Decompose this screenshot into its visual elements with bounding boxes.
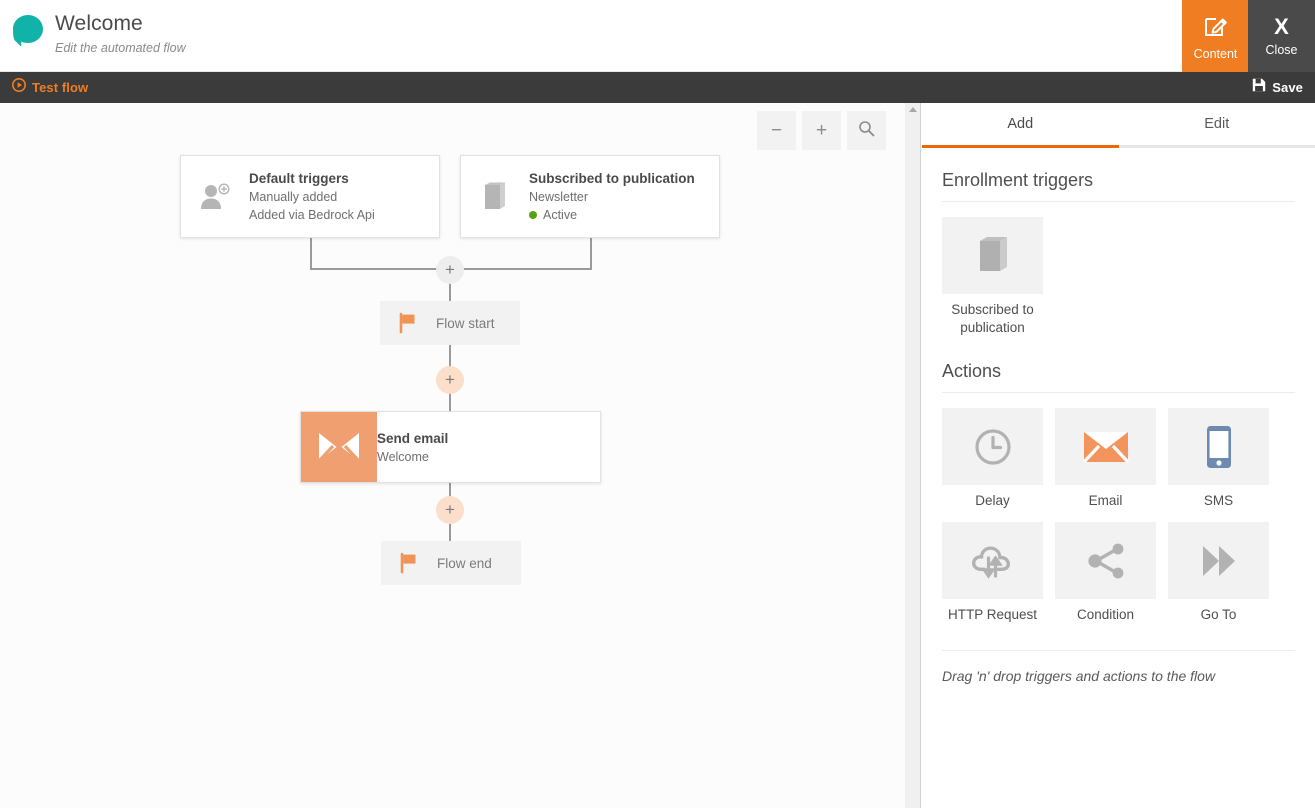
enrollment-triggers-tiles: Subscribed to publication bbox=[942, 217, 1295, 337]
panel-divider bbox=[942, 650, 1295, 651]
add-step-after-triggers-button[interactable]: + bbox=[436, 256, 464, 284]
send-email-line1: Welcome bbox=[377, 448, 448, 466]
play-circle-icon bbox=[12, 78, 26, 97]
scroll-up-arrow-icon[interactable] bbox=[909, 107, 917, 112]
flow-end-label: Flow end bbox=[437, 556, 492, 571]
action-tile-http-request[interactable]: HTTP Request bbox=[942, 522, 1043, 624]
test-flow-button[interactable]: Test flow bbox=[12, 78, 88, 97]
tab-edit-label: Edit bbox=[1204, 116, 1229, 132]
publication-book-icon bbox=[461, 156, 529, 237]
connector-left-vertical bbox=[310, 235, 312, 270]
save-label: Save bbox=[1272, 80, 1303, 95]
flag-icon bbox=[381, 552, 437, 574]
actions-tiles: Delay Email bbox=[942, 408, 1295, 624]
action-tile-label: Email bbox=[1055, 492, 1156, 510]
page-title: Welcome bbox=[55, 11, 186, 37]
subscribed-trigger-line1: Newsletter bbox=[529, 188, 695, 206]
header-titles: Welcome Edit the automated flow bbox=[55, 11, 186, 56]
zoom-controls: − + bbox=[757, 111, 886, 150]
action-tile-go-to[interactable]: Go To bbox=[1168, 522, 1269, 624]
publication-book-icon bbox=[942, 217, 1043, 294]
send-email-title: Send email bbox=[377, 429, 448, 448]
fast-forward-icon bbox=[1168, 522, 1269, 599]
panel-hint-text: Drag 'n' drop triggers and actions to th… bbox=[942, 668, 1295, 684]
content-button-label: Content bbox=[1194, 47, 1238, 61]
node-send-email[interactable]: Send email Welcome bbox=[300, 411, 601, 483]
clock-icon bbox=[942, 408, 1043, 485]
action-tile-email[interactable]: Email bbox=[1055, 408, 1156, 510]
user-add-icon bbox=[181, 156, 249, 237]
test-flow-label: Test flow bbox=[32, 80, 88, 95]
default-triggers-title: Default triggers bbox=[249, 169, 375, 188]
page-subtitle: Edit the automated flow bbox=[55, 40, 186, 56]
zoom-out-button[interactable]: − bbox=[757, 111, 796, 150]
default-triggers-line2: Added via Bedrock Api bbox=[249, 206, 375, 224]
tab-add[interactable]: Add bbox=[922, 103, 1119, 148]
subscribed-trigger-body: Subscribed to publication Newsletter Act… bbox=[529, 169, 707, 224]
trigger-tile-subscribed-to-publication[interactable]: Subscribed to publication bbox=[942, 217, 1043, 337]
default-triggers-line1: Manually added bbox=[249, 188, 375, 206]
minus-icon: − bbox=[771, 121, 782, 140]
action-tile-sms[interactable]: SMS bbox=[1168, 408, 1269, 510]
node-subscribed-to-publication[interactable]: Subscribed to publication Newsletter Act… bbox=[460, 155, 720, 238]
pencil-square-icon bbox=[1203, 12, 1229, 43]
action-tile-label: Go To bbox=[1168, 606, 1269, 624]
tab-edit[interactable]: Edit bbox=[1119, 103, 1315, 148]
panel-tabs: Add Edit bbox=[922, 103, 1315, 148]
send-email-body: Send email Welcome bbox=[377, 429, 460, 466]
flag-icon bbox=[380, 312, 436, 334]
subscribed-trigger-status: Active bbox=[529, 206, 695, 224]
zoom-fit-button[interactable] bbox=[847, 111, 886, 150]
zoom-in-button[interactable]: + bbox=[802, 111, 841, 150]
subscribed-trigger-title: Subscribed to publication bbox=[529, 169, 695, 188]
side-panel: Add Edit Enrollment triggers Subscribed … bbox=[922, 103, 1315, 808]
action-tile-label: Delay bbox=[942, 492, 1043, 510]
add-step-after-send-email-button[interactable]: + bbox=[436, 496, 464, 524]
node-flow-start[interactable]: Flow start bbox=[380, 301, 520, 345]
plus-icon: + bbox=[445, 501, 455, 518]
share-branch-icon bbox=[1055, 522, 1156, 599]
close-button[interactable]: X Close bbox=[1248, 0, 1315, 72]
tab-add-label: Add bbox=[1007, 116, 1033, 132]
trigger-tile-label: Subscribed to publication bbox=[942, 301, 1043, 337]
x-icon: X bbox=[1274, 15, 1289, 39]
cloud-transfer-icon bbox=[942, 522, 1043, 599]
status-dot-icon bbox=[529, 211, 537, 219]
add-step-after-flow-start-button[interactable]: + bbox=[436, 366, 464, 394]
subscribed-trigger-status-label: Active bbox=[543, 206, 577, 224]
plus-icon: + bbox=[445, 371, 455, 388]
node-default-triggers[interactable]: Default triggers Manually added Added vi… bbox=[180, 155, 440, 238]
action-tile-label: Condition bbox=[1055, 606, 1156, 624]
content-button[interactable]: Content bbox=[1182, 0, 1249, 72]
floppy-disk-icon bbox=[1252, 78, 1266, 97]
enrollment-triggers-heading: Enrollment triggers bbox=[942, 170, 1295, 202]
flow-editor-app: Welcome Edit the automated flow Content … bbox=[0, 0, 1315, 808]
save-button[interactable]: Save bbox=[1252, 78, 1303, 97]
search-icon bbox=[858, 120, 875, 142]
action-tile-label: HTTP Request bbox=[942, 606, 1043, 624]
actions-heading: Actions bbox=[942, 361, 1295, 393]
default-triggers-body: Default triggers Manually added Added vi… bbox=[249, 169, 387, 224]
node-flow-end[interactable]: Flow end bbox=[381, 541, 521, 585]
action-tile-label: SMS bbox=[1168, 492, 1269, 510]
connector-right-vertical bbox=[590, 235, 592, 270]
action-tile-delay[interactable]: Delay bbox=[942, 408, 1043, 510]
flow-canvas[interactable]: − + bbox=[0, 103, 905, 808]
speech-bubble-logo bbox=[10, 12, 46, 48]
canvas-vertical-scrollbar[interactable] bbox=[905, 103, 921, 808]
action-tile-condition[interactable]: Condition bbox=[1055, 522, 1156, 624]
flow-start-label: Flow start bbox=[436, 316, 495, 331]
close-button-label: Close bbox=[1266, 43, 1298, 57]
plus-icon: + bbox=[816, 121, 827, 140]
app-header: Welcome Edit the automated flow Content … bbox=[0, 0, 1315, 72]
plus-icon: + bbox=[445, 261, 455, 278]
envelope-icon bbox=[301, 412, 377, 482]
flow-toolbar: Test flow Save bbox=[0, 72, 1315, 103]
mobile-phone-icon bbox=[1168, 408, 1269, 485]
envelope-icon bbox=[1055, 408, 1156, 485]
